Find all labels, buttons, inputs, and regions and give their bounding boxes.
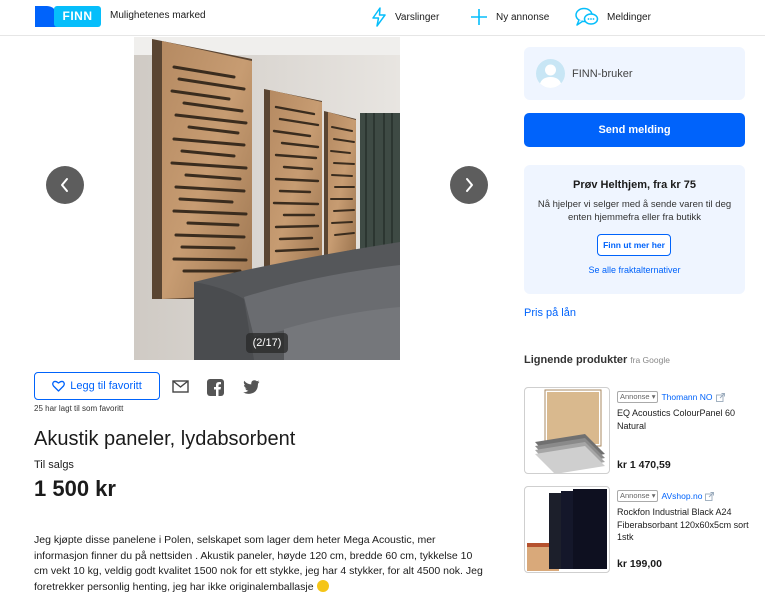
similar-product-card[interactable]: Annonse ▾ AVshop.no Rockfon Industrial B…	[524, 486, 754, 573]
listing-price: 1 500 kr	[34, 476, 116, 501]
nav-new-ad[interactable]: Ny annonse	[470, 6, 549, 28]
product-image[interactable]	[524, 387, 610, 474]
listing-photo[interactable]	[134, 37, 400, 360]
product-meta: Annonse ▾ AVshop.no	[617, 490, 715, 502]
listing-status: Til salgs	[34, 459, 74, 471]
nav-new-ad-label: Ny annonse	[496, 11, 550, 23]
mail-icon[interactable]	[172, 380, 189, 393]
similar-products-heading: Lignende produkter fra Google	[524, 354, 670, 366]
favorite-count: 25 har lagt til som favoritt	[34, 404, 124, 413]
similar-heading-text: Lignende produkter	[524, 354, 628, 366]
learn-more-button[interactable]: Finn ut mer her	[597, 234, 671, 256]
helthjem-card: Prøv Helthjem, fra kr 75 Nå hjelper vi s…	[524, 165, 745, 294]
previous-image-button[interactable]	[46, 166, 84, 204]
ad-label[interactable]: Annonse ▾	[617, 490, 659, 502]
seller-name: FINN-bruker	[572, 68, 633, 80]
chevron-left-icon	[61, 178, 68, 192]
avatar	[536, 59, 565, 88]
add-favorite-label: Legg til favoritt	[70, 380, 142, 392]
helthjem-text: Nå hjelper vi selger med å sende varen t…	[537, 199, 732, 223]
black-panels-image	[527, 489, 607, 571]
product-name[interactable]: EQ Acoustics ColourPanel 60 Natural	[617, 407, 757, 432]
chat-bubbles-icon	[575, 7, 599, 26]
product-name[interactable]: Rockfon Industrial Black A24 Fiberabsorb…	[617, 506, 757, 544]
nav-alerts-label: Varslinger	[395, 11, 440, 23]
external-link-icon	[705, 491, 715, 501]
finn-logo[interactable]: FINN	[35, 6, 101, 27]
product-image[interactable]	[524, 486, 610, 573]
send-message-button[interactable]: Send melding	[524, 113, 745, 147]
description-text: Jeg kjøpte disse panelene i Polen, selsk…	[34, 534, 483, 593]
plus-icon	[471, 9, 487, 25]
top-header: FINN Mulighetenes marked Varslinger Ny a…	[0, 0, 765, 36]
helthjem-title: Prøv Helthjem, fra kr 75	[573, 179, 696, 191]
product-meta: Annonse ▾ Thomann NO	[617, 391, 725, 403]
external-link-icon	[715, 392, 725, 402]
next-image-button[interactable]	[450, 166, 488, 204]
nav-alerts[interactable]: Varslinger	[371, 6, 439, 28]
nav-messages-label: Meldinger	[607, 11, 651, 23]
beige-panel-stack-image	[535, 389, 605, 473]
lightning-icon	[372, 7, 386, 27]
ad-label[interactable]: Annonse ▾	[617, 391, 659, 403]
shipping-options-link[interactable]: Se alle fraktalternativer	[524, 265, 745, 275]
twitter-icon[interactable]	[243, 380, 260, 394]
acoustic-panels-photo	[134, 37, 400, 360]
similar-source: fra Google	[630, 355, 670, 365]
tagline: Mulighetenes marked	[110, 10, 206, 21]
similar-product-card[interactable]: Annonse ▾ Thomann NO EQ Acoustics Colour…	[524, 387, 754, 474]
seller-card[interactable]: FINN-bruker	[524, 47, 745, 100]
listing-description: Jeg kjøpte disse panelene i Polen, selsk…	[34, 533, 489, 595]
facebook-icon[interactable]	[207, 379, 224, 396]
logo-text: FINN	[54, 6, 101, 27]
chevron-right-icon	[466, 178, 473, 192]
loan-price-link[interactable]: Pris på lån	[524, 307, 576, 319]
product-price: kr 1 470,59	[617, 459, 671, 471]
shop-name[interactable]: AVshop.no	[661, 491, 702, 501]
product-price: kr 199,00	[617, 558, 662, 570]
grinning-emoji-icon	[316, 579, 329, 592]
user-avatar-icon	[539, 64, 562, 88]
heart-icon	[52, 380, 66, 392]
image-counter: (2/17)	[246, 333, 288, 353]
listing-title: Akustik paneler, lydabsorbent	[34, 428, 296, 450]
add-favorite-button[interactable]: Legg til favoritt	[34, 372, 160, 400]
shop-name[interactable]: Thomann NO	[661, 392, 712, 402]
nav-messages[interactable]: Meldinger	[575, 6, 651, 28]
